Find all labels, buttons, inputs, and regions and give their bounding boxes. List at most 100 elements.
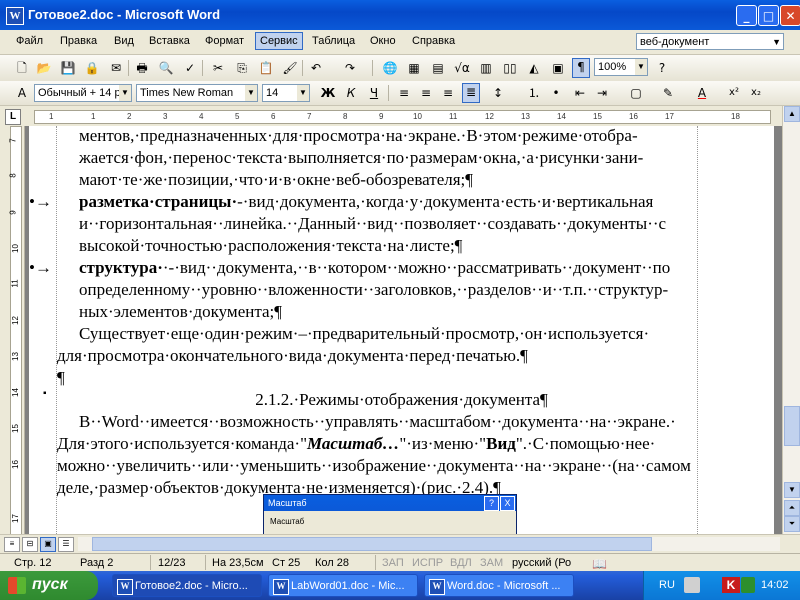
style-select[interactable]: Обычный + 14 р ▼	[34, 84, 132, 102]
print-layout-view-icon[interactable]: ▣	[40, 537, 56, 552]
tray-network-icon[interactable]	[741, 577, 755, 593]
status-overtype[interactable]: ЗАМ	[480, 557, 503, 569]
print-preview-icon[interactable]: 🔍	[158, 60, 174, 76]
hyperlink-icon[interactable]: 🌐	[382, 60, 398, 76]
new-document-icon[interactable]: 🗋	[14, 60, 30, 76]
horizontal-ruler[interactable]: L 1 1 2 3 4 5 6 7 8 9 10 11 12 13 14 15 …	[0, 106, 800, 127]
tray-app-icon[interactable]	[684, 577, 700, 593]
menu-format[interactable]: Формат	[201, 34, 248, 48]
decrease-indent-icon[interactable]: ⇤	[572, 85, 588, 101]
spelling-icon[interactable]: ✓	[182, 60, 198, 76]
drawing-icon[interactable]: ◭	[526, 60, 542, 76]
menu-table[interactable]: Таблица	[308, 34, 359, 48]
superscript-icon[interactable]: x²	[726, 85, 742, 101]
maximize-button[interactable]: □	[758, 5, 779, 26]
taskbar-item[interactable]: W Word.doc - Microsoft ...	[424, 574, 574, 597]
align-center-icon[interactable]: ≡	[418, 85, 434, 101]
menu-tools[interactable]: Сервис	[255, 32, 303, 50]
doc-line: мают·те·же·позиции,·что·и·в·окне·веб-обо…	[79, 170, 473, 189]
undo-icon[interactable]: ↶	[308, 60, 324, 76]
permission-icon[interactable]: 🔒	[84, 60, 100, 76]
format-painter-icon[interactable]: 🖌	[282, 60, 298, 76]
doc-line: ных·элементов·документа;¶	[79, 302, 282, 321]
vertical-scrollbar[interactable]: ▲ ▼ ⏶ ⏷	[782, 106, 800, 534]
tables-borders-icon[interactable]: ▦	[406, 60, 422, 76]
insert-table-icon[interactable]: ▤	[430, 60, 446, 76]
increase-indent-icon[interactable]: ⇥	[594, 85, 610, 101]
font-size-select[interactable]: 14 ▼	[262, 84, 310, 102]
web-view-icon[interactable]: ⊟	[22, 537, 38, 552]
taskbar-item[interactable]: W Готовое2.doc - Micro...	[112, 574, 262, 597]
chevron-down-icon[interactable]: ▼	[245, 85, 257, 101]
open-folder-icon[interactable]: 📂	[36, 60, 52, 76]
ruler-track[interactable]: 1 1 2 3 4 5 6 7 8 9 10 11 12 13 14 15 16…	[34, 110, 771, 124]
styles-icon[interactable]: A	[14, 85, 30, 101]
scroll-up-icon[interactable]: ▲	[784, 106, 800, 122]
italic-button[interactable]: К	[343, 85, 359, 101]
document-map-icon[interactable]: ▣	[550, 60, 566, 76]
spelling-status-icon[interactable]: 📖	[592, 557, 607, 571]
font-color-icon[interactable]: A	[694, 85, 710, 101]
chevron-down-icon[interactable]: ▼	[119, 85, 131, 101]
columns-icon[interactable]: ▯▯	[502, 60, 518, 76]
word-app-icon[interactable]: W	[6, 7, 24, 25]
status-extend[interactable]: ВДЛ	[450, 557, 472, 569]
menu-view[interactable]: Вид	[110, 34, 138, 48]
bold-button[interactable]: Ж	[320, 85, 336, 101]
minimize-button[interactable]: _	[736, 5, 757, 26]
menu-edit[interactable]: Правка	[56, 34, 101, 48]
paste-icon[interactable]: 📋	[258, 60, 274, 76]
redo-icon[interactable]: ↷	[342, 60, 358, 76]
underline-button[interactable]: Ч	[366, 85, 382, 101]
font-select[interactable]: Times New Roman ▼	[136, 84, 258, 102]
copy-icon[interactable]: ⎘	[234, 60, 250, 76]
menu-file[interactable]: Файл	[12, 34, 47, 48]
status-record[interactable]: ЗАП	[382, 557, 404, 569]
help-search-box[interactable]: веб-документ ▼	[636, 33, 784, 50]
scroll-thumb[interactable]	[784, 406, 800, 446]
align-left-icon[interactable]: ≡	[396, 85, 412, 101]
document-area[interactable]: ментов,·предназначенных·для·просмотра·на…	[25, 126, 782, 534]
cut-icon[interactable]: ✂	[210, 60, 226, 76]
horizontal-scrollbar[interactable]	[78, 537, 780, 551]
tab-selector[interactable]: L	[5, 109, 21, 125]
chevron-down-icon[interactable]: ▼	[297, 85, 309, 101]
email-icon[interactable]: ✉	[108, 60, 124, 76]
chevron-down-icon[interactable]: ▼	[635, 59, 647, 75]
language-indicator[interactable]: RU	[659, 579, 675, 591]
menu-help[interactable]: Справка	[408, 34, 459, 48]
highlight-icon[interactable]: ✎	[660, 85, 676, 101]
close-button[interactable]: ✕	[780, 5, 800, 26]
borders-icon[interactable]: ▢	[628, 85, 644, 101]
horizontal-scroll-thumb[interactable]	[92, 537, 652, 551]
bullets-icon[interactable]: •	[548, 85, 564, 101]
insert-excel-icon[interactable]: ▥	[478, 60, 494, 76]
chevron-down-icon[interactable]: ▼	[772, 34, 781, 51]
align-right-icon[interactable]: ≡	[440, 85, 456, 101]
numbering-icon[interactable]: ⒈	[526, 85, 542, 101]
doc-line: ¶	[57, 368, 65, 387]
status-language[interactable]: русский (Ро	[512, 557, 571, 569]
menu-insert[interactable]: Вставка	[145, 34, 194, 48]
formula-icon[interactable]: √α	[454, 60, 470, 76]
taskbar-item[interactable]: W LabWord01.doc - Mic...	[268, 574, 418, 597]
help-icon[interactable]: ?	[654, 60, 670, 76]
next-page-icon[interactable]: ⏷	[784, 516, 800, 532]
show-hide-pilcrow-icon[interactable]: ¶	[572, 58, 590, 78]
print-icon[interactable]: 🖶	[134, 60, 150, 76]
normal-view-icon[interactable]: ≡	[4, 537, 20, 552]
align-justify-icon[interactable]: ≣	[462, 83, 480, 103]
menu-window[interactable]: Окно	[366, 34, 400, 48]
scroll-down-icon[interactable]: ▼	[784, 482, 800, 498]
zoom-select[interactable]: 100% ▼	[594, 58, 648, 76]
document-page[interactable]: ментов,·предназначенных·для·просмотра·на…	[29, 126, 774, 534]
line-spacing-icon[interactable]: ↕	[490, 85, 506, 101]
start-button[interactable]: пуск	[0, 571, 98, 600]
outline-view-icon[interactable]: ☰	[58, 537, 74, 552]
subscript-icon[interactable]: x₂	[748, 85, 764, 101]
vertical-ruler[interactable]: 7 8 9 10 11 12 13 14 15 16 17	[0, 126, 25, 536]
status-track-changes[interactable]: ИСПР	[412, 557, 443, 569]
previous-page-icon[interactable]: ⏶	[784, 500, 800, 516]
antivirus-icon[interactable]: K	[722, 577, 740, 593]
save-icon[interactable]: 💾	[60, 60, 76, 76]
